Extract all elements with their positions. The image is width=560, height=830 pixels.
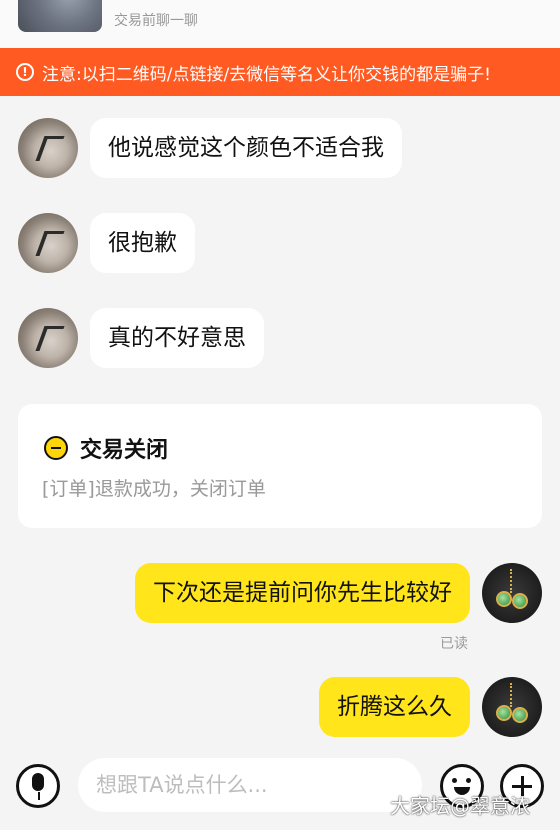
read-status: 已读 [440, 636, 468, 652]
avatar[interactable] [18, 213, 78, 273]
avatar[interactable] [18, 118, 78, 178]
message-bubble[interactable]: 他说感觉这个颜色不适合我 [90, 118, 402, 178]
message-bubble[interactable]: 真的不好意思 [90, 308, 264, 368]
watermark: 大家坛@翠意浓 [390, 794, 530, 818]
jade-pendant [512, 707, 528, 723]
jade-pendant [496, 705, 512, 721]
info-icon: ! [16, 63, 34, 81]
jade-pendant [512, 593, 528, 609]
order-status-card[interactable]: 交易关闭 [订单]退款成功，关闭订单 [18, 404, 542, 528]
jade-pendant [496, 591, 512, 607]
product-subtitle: 交易前聊一聊 [114, 13, 198, 29]
necklace-chain [510, 569, 516, 593]
message-bubble[interactable]: 折腾这么久 [319, 677, 470, 737]
scam-warning-text: 注意:以扫二维码/点链接/去微信等名义让你交钱的都是骗子! [42, 64, 491, 85]
order-status-detail: [订单]退款成功，关闭订单 [42, 478, 266, 500]
product-strip[interactable]: 交易前聊一聊 [0, 0, 560, 48]
avatar[interactable] [482, 563, 542, 623]
message-bubble[interactable]: 下次还是提前问你先生比较好 [135, 563, 470, 623]
message-bubble[interactable]: 很抱歉 [90, 213, 195, 273]
product-thumbnail[interactable] [18, 0, 102, 32]
necklace-chain [510, 683, 516, 707]
scam-warning-bar: ! 注意:以扫二维码/点链接/去微信等名义让你交钱的都是骗子! [0, 48, 560, 96]
order-status-title: 交易关闭 [80, 438, 169, 463]
message-input[interactable] [78, 758, 422, 812]
microphone-icon[interactable] [16, 764, 60, 808]
avatar[interactable] [482, 677, 542, 737]
minus-circle-icon [44, 436, 68, 460]
avatar[interactable] [18, 308, 78, 368]
